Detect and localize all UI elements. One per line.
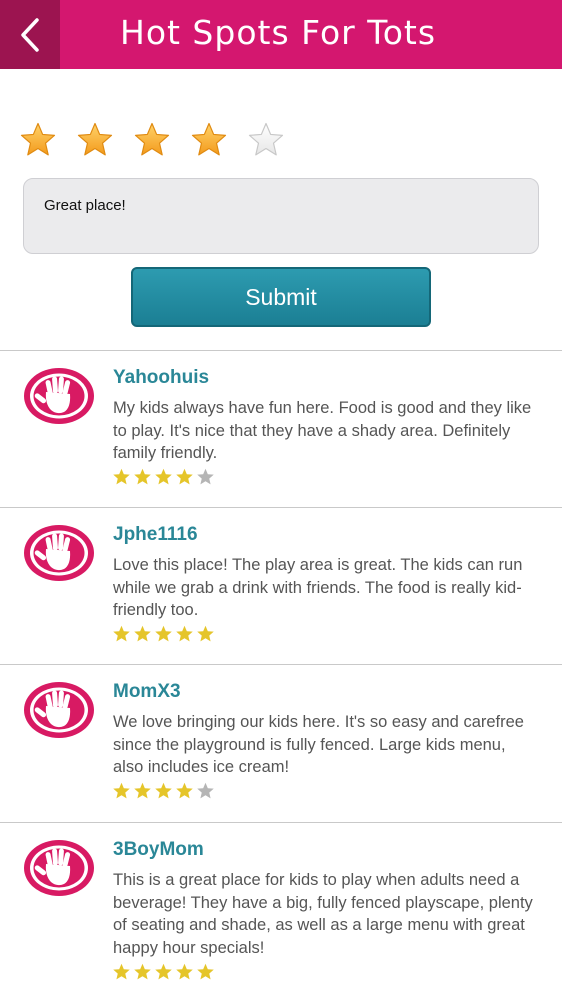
divider [0, 350, 562, 351]
review-rating [112, 468, 215, 486]
review-author: 3BoyMom [113, 839, 204, 860]
star-filled-icon [155, 468, 172, 485]
hand-avatar-icon [22, 366, 96, 426]
star-filled-icon [77, 122, 113, 156]
star-filled-icon [134, 963, 151, 980]
divider [0, 507, 562, 508]
page-title: Hot Spots For Tots [120, 13, 437, 52]
submit-button[interactable]: Submit [131, 267, 431, 327]
rating-star-4[interactable] [191, 116, 248, 164]
review-text: This is a great place for kids to play w… [113, 871, 533, 957]
star-filled-icon [176, 625, 193, 642]
star-filled-icon [113, 625, 130, 642]
star-filled-icon [197, 963, 214, 980]
star-filled-icon [176, 782, 193, 799]
review-text: My kids always have fun here. Food is go… [113, 399, 532, 462]
divider [0, 822, 562, 823]
star-filled-icon [113, 468, 130, 485]
star-filled-icon [113, 963, 130, 980]
star-filled-icon [134, 468, 151, 485]
star-filled-icon [176, 963, 193, 980]
rating-input[interactable] [20, 116, 305, 164]
star-filled-icon [113, 782, 130, 799]
hand-avatar-icon [22, 680, 96, 740]
back-button[interactable] [0, 0, 60, 69]
star-filled-icon [191, 122, 227, 156]
review-rating [112, 782, 215, 800]
review-author: MomX3 [113, 681, 181, 702]
divider [0, 664, 562, 665]
review-rating [112, 963, 215, 981]
review-author: Yahoohuis [113, 367, 210, 388]
review-text: Love this place! The play area is great.… [113, 556, 523, 619]
review-rating [112, 625, 215, 643]
star-filled-icon [155, 782, 172, 799]
star-filled-icon [134, 625, 151, 642]
star-filled-icon [134, 122, 170, 156]
star-empty-icon [197, 782, 214, 799]
review-text: We love bringing our kids here. It's so … [113, 713, 524, 776]
star-filled-icon [176, 468, 193, 485]
rating-star-2[interactable] [77, 116, 134, 164]
hand-avatar-icon [22, 838, 96, 898]
app-header: Hot Spots For Tots [0, 0, 562, 69]
hand-avatar-icon [22, 523, 96, 583]
star-filled-icon [20, 122, 56, 156]
star-filled-icon [134, 782, 151, 799]
star-empty-icon [197, 468, 214, 485]
comment-input[interactable]: Great place! [23, 178, 539, 254]
rating-star-5[interactable] [248, 116, 305, 164]
star-filled-icon [197, 625, 214, 642]
star-empty-icon [248, 122, 284, 156]
star-filled-icon [155, 625, 172, 642]
star-filled-icon [155, 963, 172, 980]
chevron-left-icon [21, 17, 39, 52]
rating-star-1[interactable] [20, 116, 77, 164]
rating-star-3[interactable] [134, 116, 191, 164]
review-author: Jphe1116 [113, 524, 198, 545]
